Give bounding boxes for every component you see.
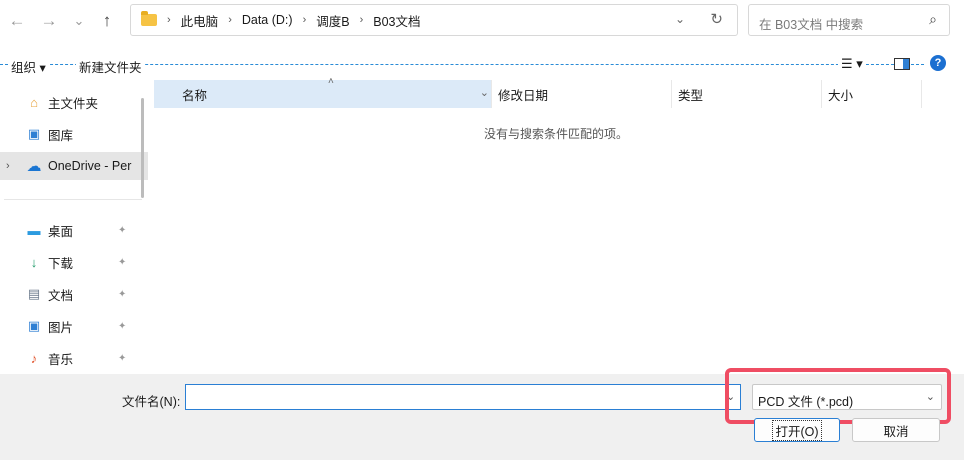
sidebar-item-label: 文档: [48, 288, 74, 303]
sidebar-item-label: 图库: [48, 128, 74, 143]
pin-icon: ✦: [118, 352, 127, 364]
sidebar-item-label: 图片: [48, 320, 74, 335]
cancel-button[interactable]: 取消: [852, 418, 940, 442]
dialog-footer: 文件名(N): ⌄ PCD 文件 (*.pcd) ⌄ 打开(O) 取消: [0, 368, 964, 460]
preview-pane-icon[interactable]: [894, 58, 910, 70]
document-icon: ▤: [27, 286, 41, 301]
organize-menu-button[interactable]: 组织 ▾: [8, 57, 49, 76]
column-header-name[interactable]: 名称 ˄ ⌄: [154, 76, 492, 108]
filename-history-chevron-icon[interactable]: ⌄: [726, 390, 735, 403]
chevron-down-icon: ⌄: [73, 13, 85, 28]
help-icon[interactable]: ?: [930, 55, 946, 71]
pictures-icon: ▣: [27, 318, 41, 333]
chevron-down-icon: ⌄: [925, 391, 935, 403]
sidebar-item-label: 下载: [48, 256, 74, 271]
open-button[interactable]: 打开(O): [754, 418, 840, 442]
column-header-label: 修改日期: [498, 88, 549, 103]
sidebar-item-onedrive[interactable]: › ☁ OneDrive - Per: [0, 152, 148, 180]
column-filter-chevron-icon[interactable]: ⌄: [480, 86, 489, 99]
desktop-icon: ▬: [27, 222, 41, 238]
breadcrumb-this-pc[interactable]: 此电脑: [181, 11, 219, 30]
cloud-icon: ☁: [26, 158, 42, 175]
column-header-label: 大小: [828, 88, 854, 103]
sidebar-item-gallery[interactable]: ▣ 图库: [0, 120, 148, 148]
navigation-pane: ⌂ 主文件夹 ▣ 图库 › ☁ OneDrive - Per ▬ 桌面 ✦ ↓ …: [0, 80, 148, 374]
sidebar-scrollbar[interactable]: [141, 98, 144, 198]
column-header-date-modified[interactable]: 修改日期: [492, 80, 672, 108]
filename-label: 文件名(N):: [122, 395, 181, 409]
music-icon: ♪: [30, 350, 38, 366]
sidebar-item-desktop[interactable]: ▬ 桌面 ✦: [0, 216, 148, 244]
sidebar-item-label: 主文件夹: [48, 96, 99, 111]
column-header-label: 类型: [678, 88, 704, 103]
folder-icon: [141, 11, 157, 26]
expand-chevron-icon[interactable]: ›: [6, 160, 10, 172]
search-placeholder: 在 B03文档 中搜索: [759, 18, 864, 32]
empty-folder-message: 没有与搜索条件匹配的项。: [484, 127, 629, 141]
breadcrumb-separator[interactable]: ›: [360, 14, 364, 26]
open-button-label: 打开(O): [772, 419, 822, 441]
sidebar-item-documents[interactable]: ▤ 文档 ✦: [0, 280, 148, 308]
column-header-size[interactable]: 大小: [822, 80, 922, 108]
sidebar-divider: [4, 199, 142, 200]
command-toolbar: 组织 ▾ 新建文件夹 ☰ ▾ ?: [0, 46, 964, 80]
view-options-icon[interactable]: ☰ ▾: [838, 56, 866, 72]
sidebar-item-label: 音乐: [48, 352, 74, 367]
pin-icon: ✦: [118, 288, 127, 300]
breadcrumb-folder-b[interactable]: 调度B: [316, 11, 349, 30]
sidebar-item-home[interactable]: ⌂ 主文件夹: [0, 88, 148, 116]
pin-icon: ✦: [118, 320, 127, 332]
home-icon: ⌂: [30, 94, 38, 110]
breadcrumb-current-folder[interactable]: B03文档: [373, 11, 420, 30]
back-arrow-icon: ←: [8, 11, 26, 30]
forward-button[interactable]: →: [36, 8, 62, 34]
address-bar[interactable]: › 此电脑 › Data (D:) › 调度B › B03文档 ⌄ ↻: [130, 4, 738, 36]
column-header-type[interactable]: 类型: [672, 80, 822, 108]
gallery-icon: ▣: [27, 126, 41, 141]
forward-arrow-icon: →: [40, 11, 58, 30]
refresh-icon[interactable]: ↻: [710, 10, 723, 28]
breadcrumb-separator[interactable]: ›: [303, 14, 307, 26]
sidebar-item-pictures[interactable]: ▣ 图片 ✦: [0, 312, 148, 340]
download-icon: ↓: [30, 254, 38, 270]
breadcrumb-separator[interactable]: ›: [228, 14, 232, 26]
new-folder-button[interactable]: 新建文件夹: [76, 57, 145, 76]
address-history-dropdown-icon[interactable]: ⌄: [675, 12, 685, 26]
column-header-label: 名称: [182, 88, 208, 103]
pin-icon: ✦: [118, 256, 127, 268]
sidebar-item-music[interactable]: ♪ 音乐 ✦: [0, 344, 148, 372]
search-icon[interactable]: ⌕: [929, 11, 937, 28]
cancel-button-label: 取消: [883, 424, 909, 439]
search-box[interactable]: 在 B03文档 中搜索 ⌕: [748, 4, 950, 36]
back-button[interactable]: ←: [4, 8, 30, 34]
up-arrow-icon: ↑: [102, 11, 112, 30]
pin-icon: ✦: [118, 224, 127, 236]
sidebar-item-label: 桌面: [48, 224, 74, 239]
sidebar-item-downloads[interactable]: ↓ 下载 ✦: [0, 248, 148, 276]
up-button[interactable]: ↑: [94, 8, 120, 34]
navigation-bar: ← → ⌄ ↑ › 此电脑 › Data (D:) › 调度B › B03文档 …: [0, 0, 964, 44]
recent-locations-button[interactable]: ⌄: [66, 8, 92, 34]
breadcrumb-data-drive[interactable]: Data (D:): [242, 13, 293, 27]
file-list: 名称 ˄ ⌄ 修改日期 类型 大小 没有与搜索条件匹配的项。: [154, 76, 964, 374]
breadcrumb-separator: ›: [167, 14, 171, 26]
sort-ascending-icon: ˄: [328, 76, 334, 87]
sidebar-item-label: OneDrive - Per: [48, 159, 132, 173]
file-type-value: PCD 文件 (*.pcd): [758, 395, 854, 409]
file-type-select[interactable]: PCD 文件 (*.pcd) ⌄: [752, 384, 942, 410]
filename-input[interactable]: [185, 384, 741, 410]
